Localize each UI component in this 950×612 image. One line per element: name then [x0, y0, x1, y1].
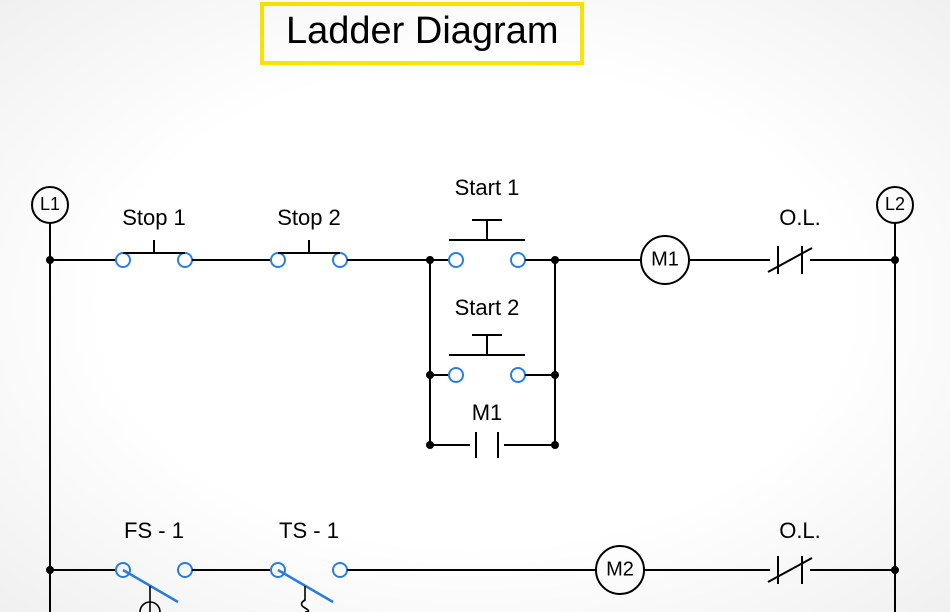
junction-node: [891, 256, 899, 264]
seal-in-label: M1: [472, 400, 503, 425]
start1-label: Start 1: [455, 175, 520, 200]
coil-m1-label: M1: [651, 248, 679, 270]
coil-m2-label: M2: [606, 558, 634, 580]
start1-pushbutton-icon: [449, 220, 525, 267]
flow-switch-icon: [116, 563, 192, 612]
stop2-pushbutton-icon: [271, 240, 347, 267]
flow-switch-label: FS - 1: [124, 518, 184, 543]
terminal-l1-label: L1: [40, 194, 60, 214]
stop1-label: Stop 1: [122, 205, 186, 230]
overload2-label: O.L.: [779, 518, 821, 543]
ladder-diagram-svg: L1 L2 Stop 1 Stop 2 Start 1: [0, 0, 950, 612]
start2-pushbutton-icon: [449, 335, 525, 382]
stop2-label: Stop 2: [277, 205, 341, 230]
temp-switch-icon: [271, 563, 347, 612]
temp-switch-label: TS - 1: [279, 518, 339, 543]
overload2-icon: [768, 556, 812, 584]
overload1-icon: [768, 246, 812, 274]
stop1-pushbutton-icon: [116, 240, 192, 267]
junction-node: [551, 441, 559, 449]
overload1-label: O.L.: [779, 205, 821, 230]
seal-in-contact-icon: [476, 432, 498, 458]
start2-label: Start 2: [455, 295, 520, 320]
junction-node: [551, 371, 559, 379]
junction-node: [891, 566, 899, 574]
terminal-l2-label: L2: [885, 194, 905, 214]
